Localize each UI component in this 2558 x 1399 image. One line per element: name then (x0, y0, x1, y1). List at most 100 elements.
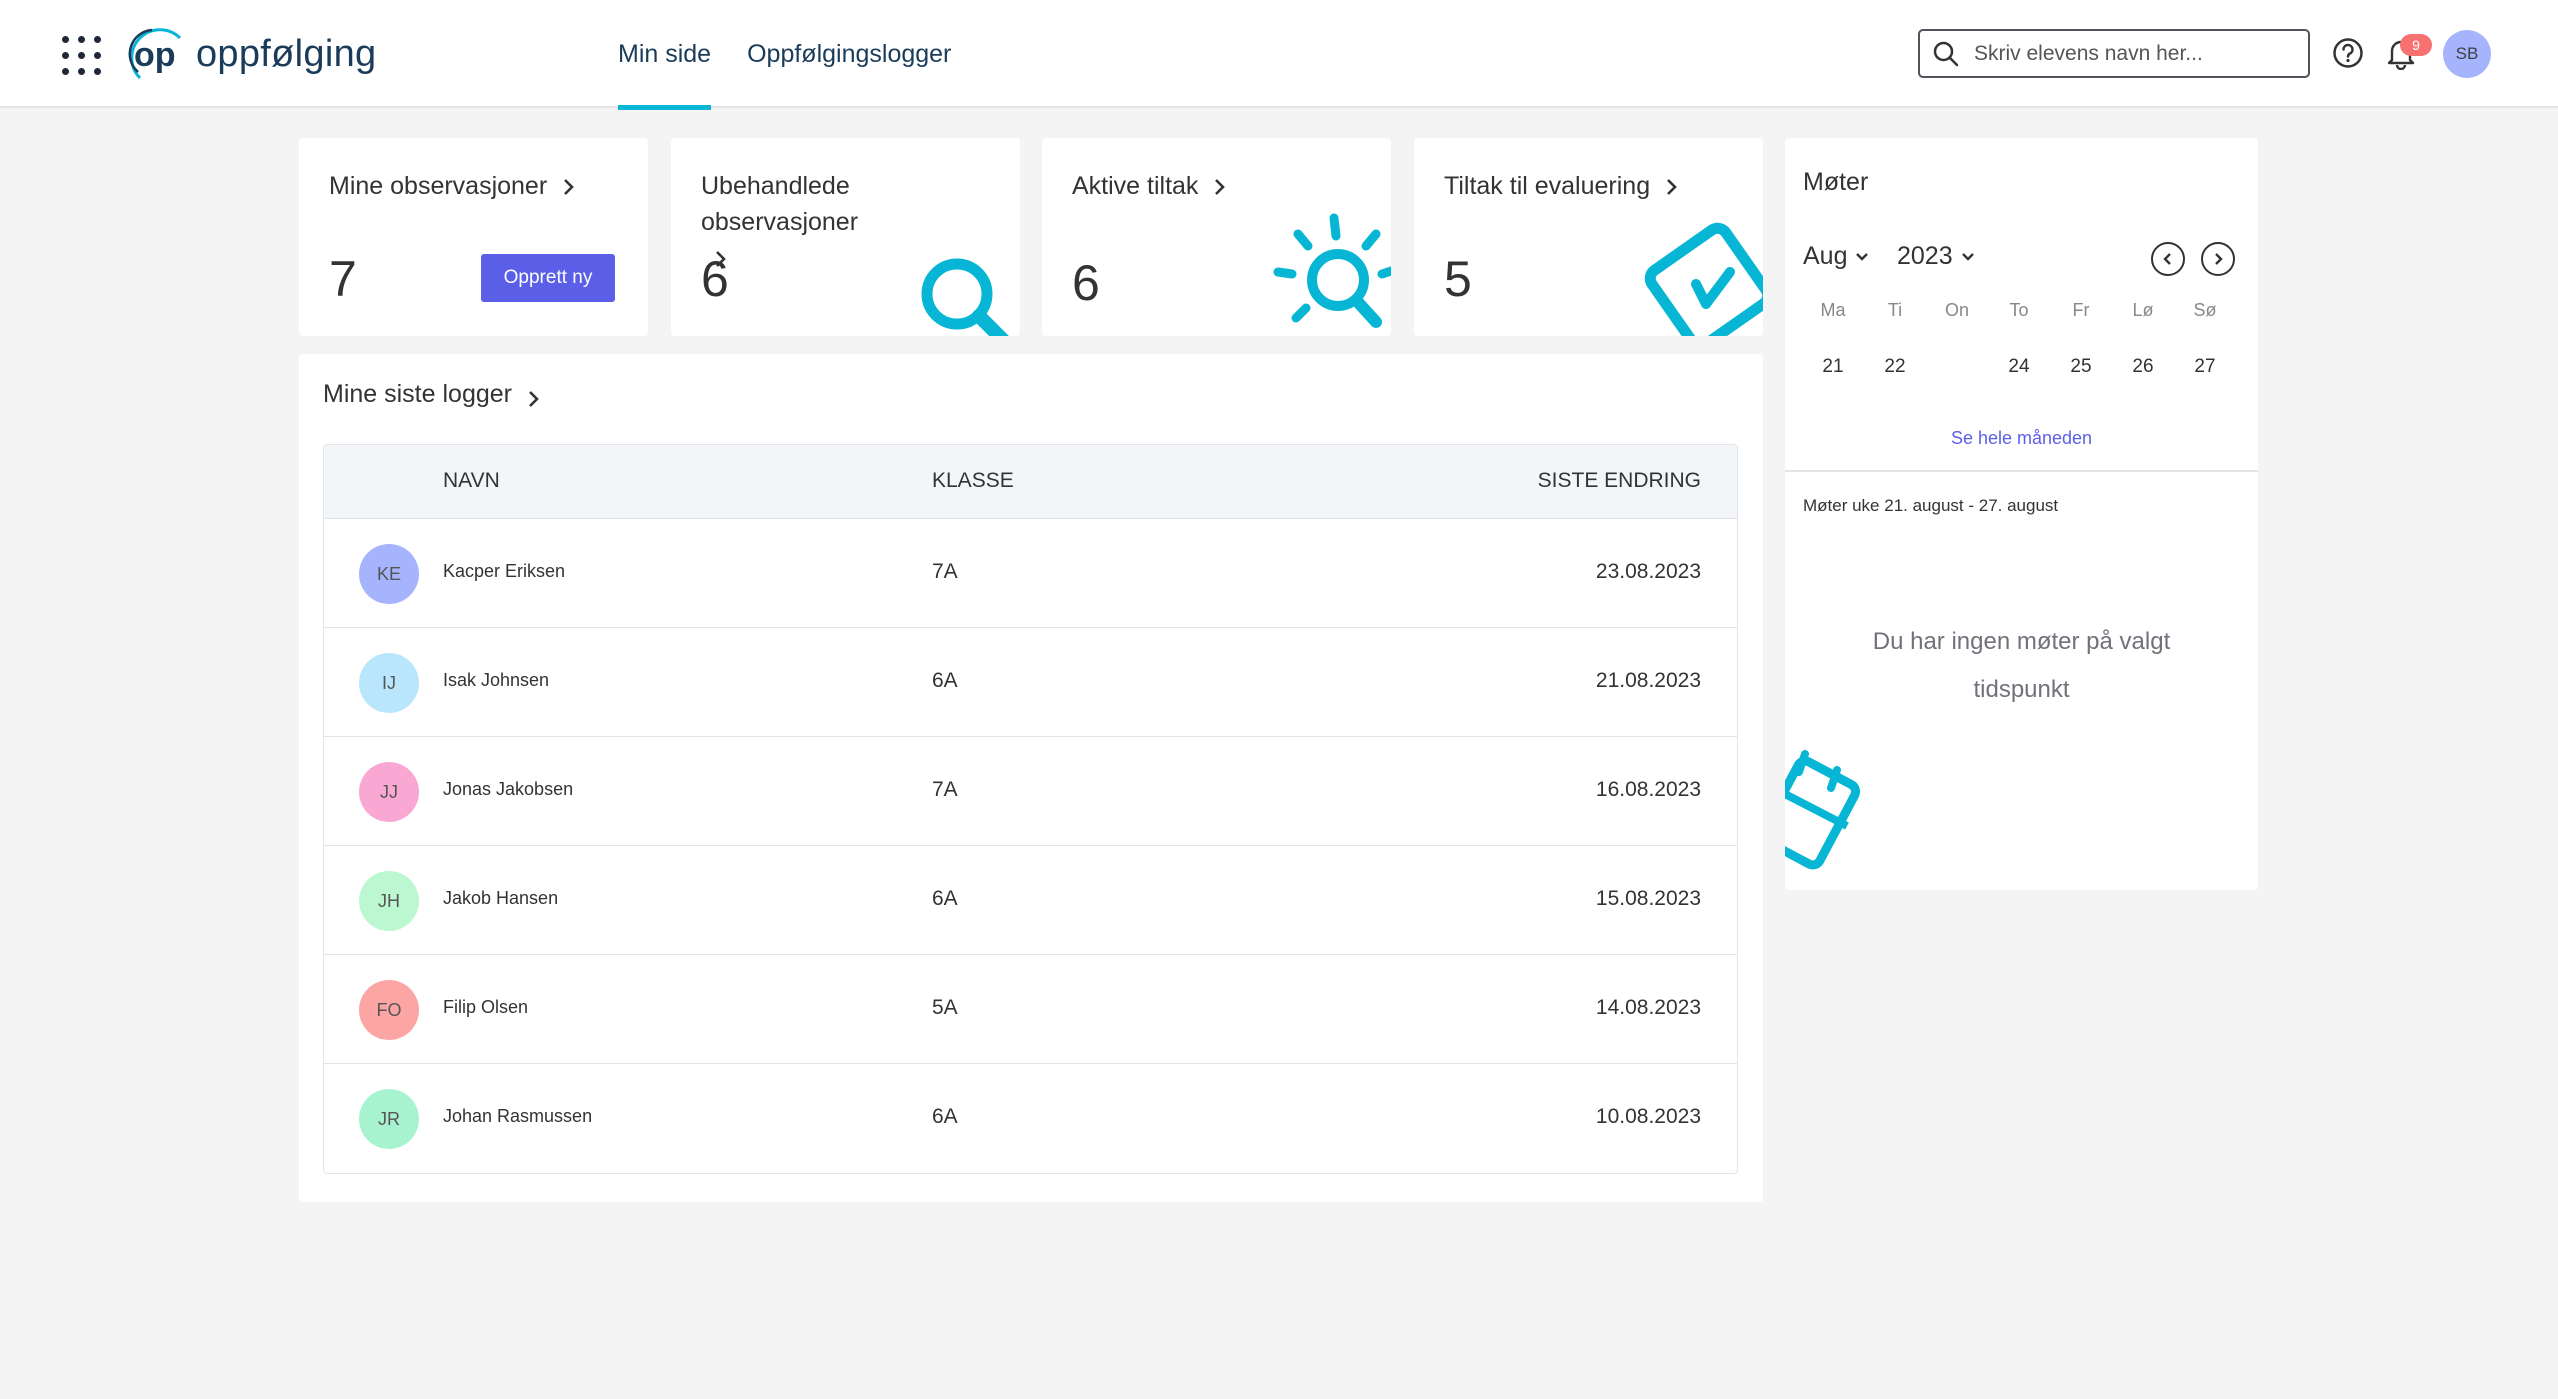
student-name[interactable]: Kacper Eriksen (443, 561, 565, 582)
weekday-label: To (2009, 300, 2029, 320)
card-aktive-tiltak: Aktive tiltak 6 (1042, 138, 1391, 336)
column-header-class[interactable]: KLASSE (932, 469, 1014, 493)
weekday-label: Lø (2132, 300, 2154, 320)
calendar-day-number: 25 (2070, 356, 2092, 377)
table-row[interactable]: JR Johan Rasmussen 6A 10.08.2023 (324, 1064, 1737, 1173)
calendar-day-number: 21 (1822, 356, 1844, 377)
student-search[interactable] (1918, 29, 2310, 78)
student-name[interactable]: Isak Johnsen (443, 670, 549, 691)
student-avatar: FO (359, 980, 419, 1040)
top-header: op oppfølging Min side Oppfølgingslogger… (0, 0, 2558, 110)
student-name[interactable]: Jakob Hansen (443, 888, 558, 909)
card-title-text: Aktive tiltak (1072, 172, 1199, 200)
student-name[interactable]: Jonas Jakobsen (443, 779, 573, 800)
table-header: NAVN KLASSE SISTE ENDRING (324, 445, 1737, 519)
card-title-text: Ubehandlede observasjoner (701, 172, 859, 236)
calendar-day[interactable]: 25 (2061, 350, 2101, 384)
last-changed-date: 15.08.2023 (1595, 887, 1701, 910)
month-value: Aug (1803, 242, 1848, 270)
calendar-day[interactable]: 26 (2123, 350, 2163, 384)
table-body: KE Kacper Eriksen 7A 23.08.2023 IJ Isak Johns… (324, 519, 1737, 1173)
card-title-link[interactable]: Tiltak til evaluering (1444, 168, 1678, 204)
table-row[interactable]: JJ Jonas Jakobsen 7A 16.08.2023 (324, 737, 1737, 846)
last-changed-date: 10.08.2023 (1595, 1105, 1701, 1128)
sun-search-illustration-icon (1273, 213, 1391, 328)
logs-title-text: Mine siste logger (323, 380, 512, 408)
table-row[interactable]: IJ Isak Johnsen 6A 21.08.2023 (324, 628, 1737, 737)
card-count: 5 (1444, 251, 1472, 307)
apps-grid-icon[interactable] (62, 36, 101, 75)
next-week-button[interactable] (2201, 242, 2235, 276)
table-row[interactable]: FO Filip Olsen 5A 14.08.2023 (324, 955, 1737, 1064)
student-avatar: IJ (359, 653, 419, 713)
student-class: 6A (932, 887, 958, 910)
weekday-label: Ma (1820, 300, 1846, 320)
calendar-day[interactable]: 22 (1875, 350, 1915, 384)
chevron-left-icon (2163, 253, 2171, 265)
user-avatar[interactable]: SB (2443, 30, 2491, 78)
student-avatar: KE (359, 544, 419, 604)
weekday-label: Sø (2193, 300, 2217, 320)
search-input[interactable] (1974, 41, 2294, 66)
last-changed-date: 21.08.2023 (1595, 669, 1701, 692)
student-name[interactable]: Filip Olsen (443, 997, 528, 1018)
student-class: 7A (932, 778, 958, 801)
help-circle-icon[interactable] (2332, 37, 2364, 69)
tab-oppfolgingslogger[interactable]: Oppfølgingslogger (747, 0, 951, 108)
card-title-link[interactable]: Mine observasjoner (329, 168, 575, 204)
brand-logo[interactable]: op oppfølging (118, 20, 376, 88)
last-changed-date: 23.08.2023 (1595, 560, 1701, 583)
card-title-text: Mine observasjoner (329, 172, 548, 200)
card-title-link[interactable]: Aktive tiltak (1072, 168, 1226, 204)
year-value: 2023 (1897, 242, 1953, 270)
calendar-day[interactable]: 24 (1999, 350, 2039, 384)
year-select[interactable]: 2023 (1897, 242, 1975, 271)
opprett-ny-button[interactable]: Opprett ny (481, 254, 615, 302)
brand-name: oppfølging (196, 32, 377, 75)
chevron-right-icon (1215, 179, 1226, 195)
meetings-title: Møter (1803, 168, 1869, 196)
student-class: 6A (932, 1105, 958, 1128)
table-row[interactable]: JH Jakob Hansen 6A 15.08.2023 (324, 846, 1737, 955)
last-changed-date: 14.08.2023 (1595, 996, 1701, 1019)
calendar-day-number: 26 (2132, 356, 2154, 377)
card-title-link[interactable]: Ubehandlede observasjoner (701, 168, 921, 268)
chevron-right-icon (2215, 253, 2223, 265)
weekday-label: On (1944, 300, 1969, 320)
calendar-day-number: 24 (2008, 356, 2030, 377)
logs-table: NAVN KLASSE SISTE ENDRING KE Kacper Eriks… (323, 444, 1738, 1174)
chevron-right-icon (564, 179, 575, 195)
card-mine-siste-logger: Mine siste logger NAVN KLASSE SISTE ENDR… (299, 354, 1763, 1202)
search-icon (1933, 41, 1959, 66)
checkbox-illustration-icon (1644, 222, 1763, 336)
calendar-day[interactable]: 27 (2185, 350, 2225, 384)
student-avatar: JJ (359, 762, 419, 822)
table-row[interactable]: KE Kacper Eriksen 7A 23.08.2023 (324, 519, 1737, 628)
card-mine-observasjoner: Mine observasjoner 7 Opprett ny (299, 138, 648, 336)
student-class: 6A (932, 669, 958, 692)
see-whole-month-link[interactable]: Se hele måneden (1785, 428, 2258, 449)
logs-title-link[interactable]: Mine siste logger (323, 380, 540, 409)
card-count: 6 (1072, 255, 1100, 311)
column-header-name[interactable]: NAVN (443, 469, 500, 493)
month-select[interactable]: Aug (1803, 242, 1869, 271)
weekday-label: Fr (2072, 300, 2090, 320)
chevron-down-icon (1961, 252, 1974, 261)
calendar-day-selected[interactable]: 23 (1937, 350, 1977, 384)
previous-week-button[interactable] (2151, 242, 2185, 276)
magnifier-illustration-icon (921, 258, 1009, 336)
calendar-illustration-icon (1785, 750, 1861, 870)
column-header-changed[interactable]: SISTE ENDRING (1538, 469, 1701, 493)
notification-badge: 9 (2400, 34, 2432, 56)
tab-min-side[interactable]: Min side (618, 0, 712, 110)
last-changed-date: 16.08.2023 (1595, 778, 1701, 801)
chevron-right-icon (1667, 179, 1677, 195)
card-count: 6 (701, 251, 729, 307)
calendar-day[interactable]: 21 (1813, 350, 1853, 384)
calendar-day-number: 23 (1946, 356, 1968, 377)
weekday-label: Ti (1887, 300, 1903, 320)
brand-mark-text: op (134, 36, 176, 74)
brand-mark-icon: op (118, 20, 190, 88)
chevron-right-icon (529, 391, 539, 407)
student-name[interactable]: Johan Rasmussen (443, 1106, 592, 1127)
